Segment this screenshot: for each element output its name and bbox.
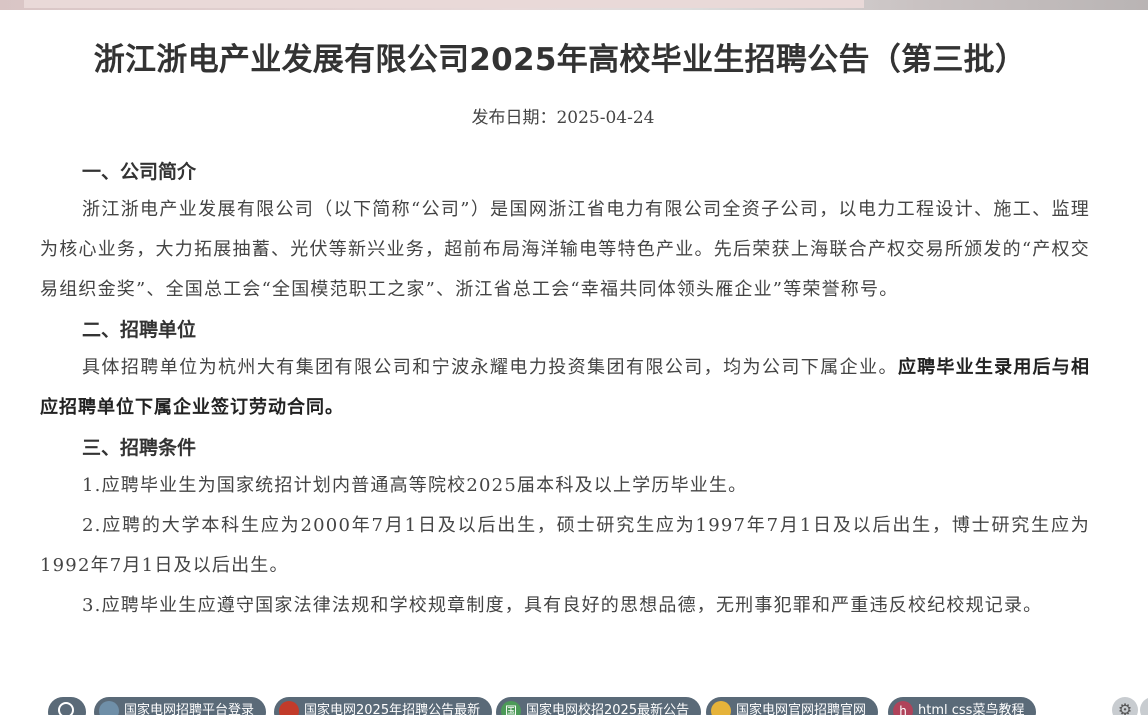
article-body: 一、公司简介 浙江浙电产业发展有限公司（以下简称“公司”）是国网浙江省电力有限公… (40, 154, 1090, 626)
company-intro-paragraph: 浙江浙电产业发展有限公司（以下简称“公司”）是国网浙江省电力有限公司全资子公司，… (40, 199, 1090, 300)
bookmark-item[interactable]: 国家电网招聘平台登录 (94, 697, 267, 715)
section-heading-conditions: 三、招聘条件 (82, 437, 197, 459)
globe-icon (99, 701, 119, 715)
section-heading-units: 二、招聘单位 (82, 319, 197, 341)
publish-date: 发布日期：2025-04-24 (471, 108, 655, 128)
bookmark-item[interactable]: 国国家电网校招2025最新公告 (496, 697, 702, 715)
emoji-icon (711, 701, 731, 715)
extension-icon[interactable] (1140, 697, 1148, 715)
bookmark-search-button[interactable] (48, 697, 86, 715)
condition-item: 3.应聘毕业生应遵守国家法律法规和学校规章制度，具有良好的思想品德，无刑事犯罪和… (82, 595, 1043, 616)
condition-item: 1.应聘毕业生为国家统招计划内普通高等院校2025届本科及以上学历毕业生。 (82, 475, 748, 496)
settings-gear-icon[interactable]: ⚙ (1112, 697, 1138, 715)
bookmark-item[interactable]: h html css菜鸟教程 (888, 697, 1037, 715)
site-icon: 国 (501, 701, 521, 715)
units-paragraph: 具体招聘单位为杭州大有集团有限公司和宁波永耀电力投资集团有限公司，均为公司下属企… (40, 348, 1090, 428)
page-top-banner-strip (0, 0, 1148, 10)
condition-item: 2.应聘的大学本科生应为2000年7月1日及以后出生，硕士研究生应为1997年7… (40, 515, 1090, 576)
page-title: 浙江浙电产业发展有限公司2025年高校毕业生招聘公告（第三批） (93, 42, 1027, 78)
units-text: 具体招聘单位为杭州大有集团有限公司和宁波永耀电力投资集团有限公司，均为公司下属企… (82, 357, 898, 378)
flag-icon (279, 701, 299, 715)
bookmark-bar: 国家电网招聘平台登录 国家电网2025年招聘公告最新 国国家电网校招2025最新… (0, 697, 1148, 715)
bookmark-item[interactable]: 国家电网官网招聘官网 (706, 697, 879, 715)
section-heading-company: 一、公司简介 (82, 161, 197, 183)
h-icon: h (893, 701, 913, 715)
bookmark-item[interactable]: 国家电网2025年招聘公告最新 (274, 697, 493, 715)
search-icon (58, 702, 74, 715)
